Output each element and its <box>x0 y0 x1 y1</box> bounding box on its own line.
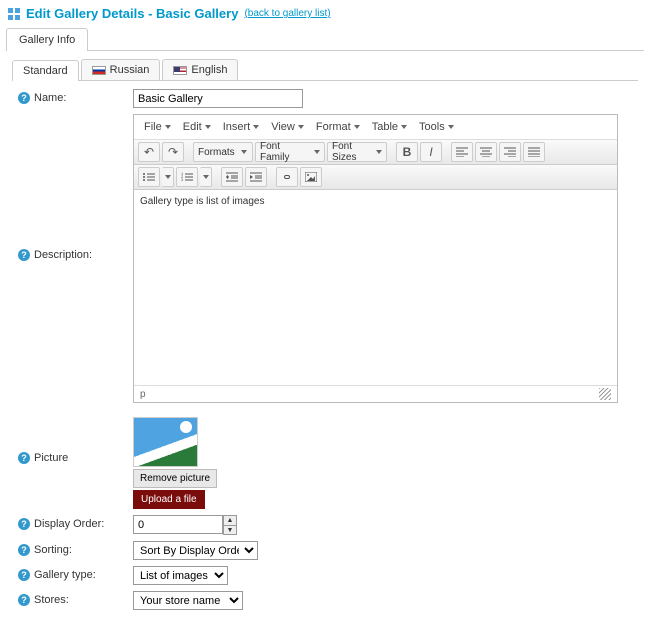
picture-thumbnail <box>133 417 198 467</box>
spinner-up[interactable]: ▲ <box>223 515 237 525</box>
help-icon[interactable]: ? <box>18 92 30 104</box>
align-center-button[interactable] <box>475 142 497 162</box>
gallery-type-select[interactable]: List of images <box>133 566 228 585</box>
menu-insert[interactable]: Insert <box>217 118 266 136</box>
align-justify-button[interactable] <box>523 142 545 162</box>
spinner-down[interactable]: ▼ <box>223 525 237 535</box>
lang-tab-standard[interactable]: Standard <box>12 60 79 81</box>
editor-toolbar-1: ↶ ↷ Formats Font Family Font Sizes B I <box>134 140 617 165</box>
sorting-select[interactable]: Sort By Display Order <box>133 541 258 560</box>
bullet-list-dropdown[interactable] <box>162 167 174 187</box>
menu-table[interactable]: Table <box>366 118 413 136</box>
menu-view[interactable]: View <box>265 118 310 136</box>
outdent-button[interactable] <box>221 167 243 187</box>
display-order-input[interactable] <box>133 515 223 534</box>
gallery-type-label: Gallery type: <box>34 569 96 581</box>
stores-label: Stores: <box>34 594 69 606</box>
indent-button[interactable] <box>245 167 267 187</box>
formats-select[interactable]: Formats <box>193 142 253 162</box>
undo-button[interactable]: ↶ <box>138 142 160 162</box>
editor-menubar: File Edit Insert View Format Table Tools <box>134 115 617 140</box>
editor-toolbar-2: 123 <box>134 165 617 190</box>
help-icon[interactable]: ? <box>18 452 30 464</box>
display-order-label: Display Order: <box>34 518 104 530</box>
flag-ru-icon <box>92 66 106 75</box>
align-left-button[interactable] <box>451 142 473 162</box>
upload-file-button[interactable]: Upload a file <box>133 490 205 509</box>
help-icon[interactable]: ? <box>18 518 30 530</box>
align-right-button[interactable] <box>499 142 521 162</box>
editor-statusbar: p <box>134 385 617 402</box>
description-label: Description: <box>34 249 92 261</box>
image-button[interactable] <box>300 167 322 187</box>
font-size-select[interactable]: Font Sizes <box>327 142 387 162</box>
form-content: ? Name: ? Description: File Edit Insert Vi… <box>0 81 650 624</box>
bold-button[interactable]: B <box>396 142 418 162</box>
help-icon[interactable]: ? <box>18 569 30 581</box>
language-tabs: Standard Russian English <box>12 59 638 81</box>
flag-us-icon <box>173 66 187 75</box>
gallery-icon <box>8 8 20 20</box>
menu-edit[interactable]: Edit <box>177 118 217 136</box>
picture-controls: Remove picture Upload a file <box>133 417 217 509</box>
sorting-label: Sorting: <box>34 544 72 556</box>
menu-tools[interactable]: Tools <box>413 118 460 136</box>
page-title: Edit Gallery Details - Basic Gallery <box>26 6 238 21</box>
picture-label: Picture <box>34 452 68 464</box>
lang-tab-russian[interactable]: Russian <box>81 59 161 80</box>
main-tabs: Gallery Info <box>6 27 644 51</box>
redo-button[interactable]: ↷ <box>162 142 184 162</box>
page-header: Edit Gallery Details - Basic Gallery (ba… <box>0 0 650 25</box>
editor-content[interactable]: Gallery type is list of images <box>134 190 617 385</box>
menu-file[interactable]: File <box>138 118 177 136</box>
back-link[interactable]: (back to gallery list) <box>244 8 330 19</box>
help-icon[interactable]: ? <box>18 594 30 606</box>
number-list-dropdown[interactable] <box>200 167 212 187</box>
help-icon[interactable]: ? <box>18 544 30 556</box>
resize-handle[interactable] <box>599 388 611 400</box>
name-label: Name: <box>34 92 66 104</box>
font-family-select[interactable]: Font Family <box>255 142 325 162</box>
bullet-list-button[interactable] <box>138 167 160 187</box>
lang-tab-english[interactable]: English <box>162 59 238 80</box>
tab-gallery-info[interactable]: Gallery Info <box>6 28 88 51</box>
remove-picture-button[interactable]: Remove picture <box>133 469 217 488</box>
help-icon[interactable]: ? <box>18 249 30 261</box>
richtext-editor: File Edit Insert View Format Table Tools… <box>133 114 618 403</box>
editor-path: p <box>140 389 146 400</box>
number-list-button[interactable]: 123 <box>176 167 198 187</box>
menu-format[interactable]: Format <box>310 118 366 136</box>
name-input[interactable] <box>133 89 303 108</box>
italic-button[interactable]: I <box>420 142 442 162</box>
link-button[interactable] <box>276 167 298 187</box>
svg-text:3: 3 <box>181 177 184 182</box>
stores-select[interactable]: Your store name <box>133 591 243 610</box>
